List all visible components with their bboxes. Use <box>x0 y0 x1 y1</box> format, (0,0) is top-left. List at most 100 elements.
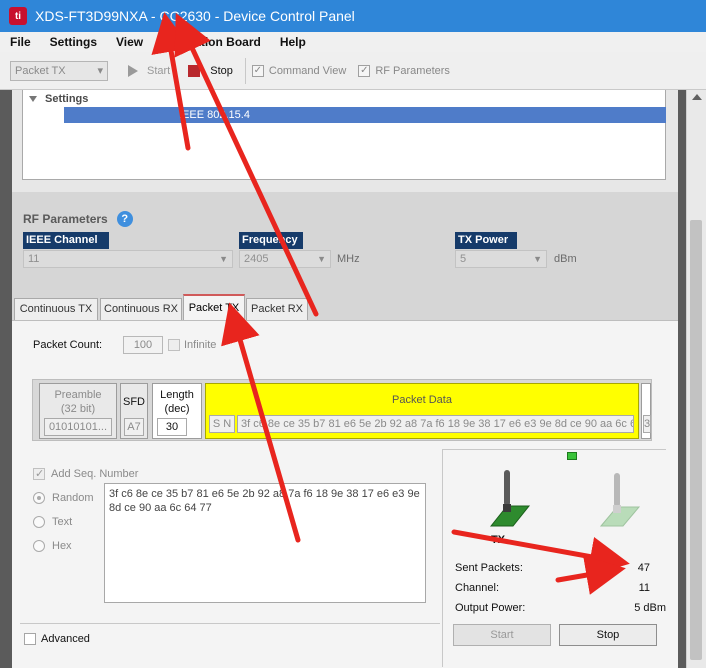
mode-select-value: Packet TX <box>15 64 66 77</box>
chevron-down-icon: ▼ <box>219 254 228 264</box>
sent-packets-label: Sent Packets: <box>455 562 523 574</box>
packet-count-input[interactable]: 100 <box>123 336 163 354</box>
text-radio[interactable] <box>33 516 45 528</box>
tab-packet-rx[interactable]: Packet RX <box>246 298 308 320</box>
frequency-select[interactable]: 2405 ▼ <box>239 250 331 268</box>
right-frame <box>678 90 686 668</box>
ti-logo-icon: ti <box>9 7 27 25</box>
tree-node-settings[interactable]: Settings <box>29 93 88 105</box>
packet-data-textarea[interactable]: 3f c6 8e ce 35 b7 81 e6 5e 2b 92 a8 7a f… <box>104 483 426 603</box>
sent-packets-value: 47 <box>637 562 650 574</box>
tab-packet-tx[interactable]: Packet TX <box>183 294 245 322</box>
packet-data-value: 3f c6 8e ce 35 b7 81 e6 5e 2b 92 a8 7a f… <box>237 415 634 433</box>
infinite-checkbox[interactable] <box>168 339 180 351</box>
toolbar-start-button[interactable]: Start <box>128 64 171 77</box>
channel-label: Channel: <box>455 582 500 594</box>
length-unit-caption: (dec) <box>164 403 190 415</box>
packet-count-label: Packet Count: <box>33 339 103 351</box>
main-content: Settings IEEE 802.15.4 RF Parameters ? I… <box>0 90 686 668</box>
stop-button[interactable]: Stop <box>559 624 657 646</box>
crc-cell: 3 <box>641 383 651 439</box>
status-led-icon <box>567 452 577 460</box>
sfd-caption: SFD <box>123 396 145 408</box>
chevron-down-icon: ▼ <box>533 254 542 264</box>
channel-value: 11 <box>638 582 650 594</box>
tree-item-ieee-802-15-4[interactable]: IEEE 802.15.4 <box>64 107 666 123</box>
rf-parameters-toggle[interactable]: ✓ RF Parameters <box>358 64 450 77</box>
tx-status-panel: TX Sent Packets: 47 Channel: 11 Output P… <box>442 449 666 667</box>
hex-label: Hex <box>52 540 72 552</box>
toolbar-stop-button[interactable]: Stop <box>188 64 233 77</box>
packet-structure: Preamble (32 bit) 01010101... SFD A7 Len… <box>32 379 652 441</box>
preamble-cell: Preamble (32 bit) 01010101... <box>39 383 117 439</box>
checkbox-icon: ✓ <box>251 64 264 77</box>
stop-icon <box>188 64 201 77</box>
scrollbar-thumb[interactable] <box>690 220 702 660</box>
toolbar-start-label: Start <box>147 64 171 77</box>
menu-file[interactable]: File <box>0 35 40 49</box>
crc-value-overflow: 3 <box>643 415 651 433</box>
random-radio[interactable] <box>33 492 45 504</box>
text-label: Text <box>52 516 73 528</box>
seq-number-slot: S N <box>209 415 235 433</box>
tx-antenna-icon <box>489 470 531 527</box>
menu-settings[interactable]: Settings <box>40 35 106 49</box>
sfd-value: A7 <box>124 418 144 436</box>
tx-label: TX <box>491 534 506 546</box>
tx-power-value: 5 <box>460 253 467 265</box>
packet-data-caption: Packet Data <box>392 394 452 406</box>
chevron-down-icon: ▾ <box>97 65 103 77</box>
play-icon <box>128 64 138 77</box>
add-seq-number-checkbox[interactable] <box>33 467 45 480</box>
toolbar-separator <box>244 57 246 84</box>
window-title: XDS-FT3D99NXA - CC2630 - Device Control … <box>35 8 355 24</box>
rf-parameters-title: RF Parameters ? <box>23 211 133 227</box>
preamble-bits-caption: (32 bit) <box>60 403 96 415</box>
hex-radio[interactable] <box>33 540 45 552</box>
command-view-toggle[interactable]: ✓ Command View <box>251 64 347 77</box>
left-frame <box>0 90 12 668</box>
frequency-header: Frequency <box>239 232 303 249</box>
expand-icon <box>29 96 37 102</box>
preamble-value: 01010101... <box>44 418 112 436</box>
ieee-channel-select[interactable]: 11 ▼ <box>23 250 233 268</box>
length-cell: Length (dec) 30 <box>152 383 202 439</box>
length-value[interactable]: 30 <box>157 418 187 436</box>
rf-parameters-panel: RF Parameters ? IEEE Channel 11 ▼ Freque… <box>12 200 678 288</box>
advanced-checkbox[interactable] <box>24 633 36 645</box>
menu-view[interactable]: View <box>106 35 152 49</box>
menu-help[interactable]: Help <box>270 35 315 49</box>
checkbox-icon: ✓ <box>358 64 371 77</box>
ieee-channel-value: 11 <box>28 253 40 265</box>
tx-power-select[interactable]: 5 ▼ <box>455 250 547 268</box>
chevron-down-icon: ▼ <box>317 254 326 264</box>
sfd-cell: SFD A7 <box>120 383 148 439</box>
packet-tx-panel: Packet Count: 100 Infinite Preamble (32 … <box>12 320 678 668</box>
packet-data-cell: Packet Data S N 3f c6 8e ce 35 b7 81 e6 … <box>205 383 639 439</box>
menu-evaluation-board[interactable]: Evaluation Board <box>152 35 270 49</box>
output-power-value: 5 dBm <box>634 602 666 614</box>
tab-continuous-tx[interactable]: Continuous TX <box>14 298 98 320</box>
help-icon[interactable]: ? <box>116 211 133 227</box>
advanced-label: Advanced <box>41 633 90 645</box>
tab-continuous-rx[interactable]: Continuous RX <box>100 298 182 320</box>
tx-power-header: TX Power <box>455 232 517 249</box>
scroll-up-icon[interactable] <box>692 94 702 100</box>
start-button[interactable]: Start <box>453 624 551 646</box>
length-caption: Length <box>160 389 194 401</box>
frequency-unit: MHz <box>337 253 360 265</box>
command-view-label: Command View <box>268 64 347 77</box>
advanced-divider <box>20 623 440 624</box>
toolbar-stop-label: Stop <box>210 64 233 77</box>
vertical-scrollbar[interactable] <box>686 90 706 668</box>
infinite-label: Infinite <box>184 339 217 351</box>
preamble-caption: Preamble <box>54 389 102 401</box>
rf-parameters-heading: RF Parameters <box>23 212 108 226</box>
rx-antenna-icon <box>599 473 641 527</box>
mode-select[interactable]: Packet TX ▾ <box>10 60 108 81</box>
output-power-label: Output Power: <box>455 602 526 614</box>
settings-area: Settings IEEE 802.15.4 <box>12 90 678 192</box>
frequency-value: 2405 <box>244 253 269 265</box>
rf-parameters-toggle-label: RF Parameters <box>375 64 450 77</box>
random-label: Random <box>52 492 94 504</box>
